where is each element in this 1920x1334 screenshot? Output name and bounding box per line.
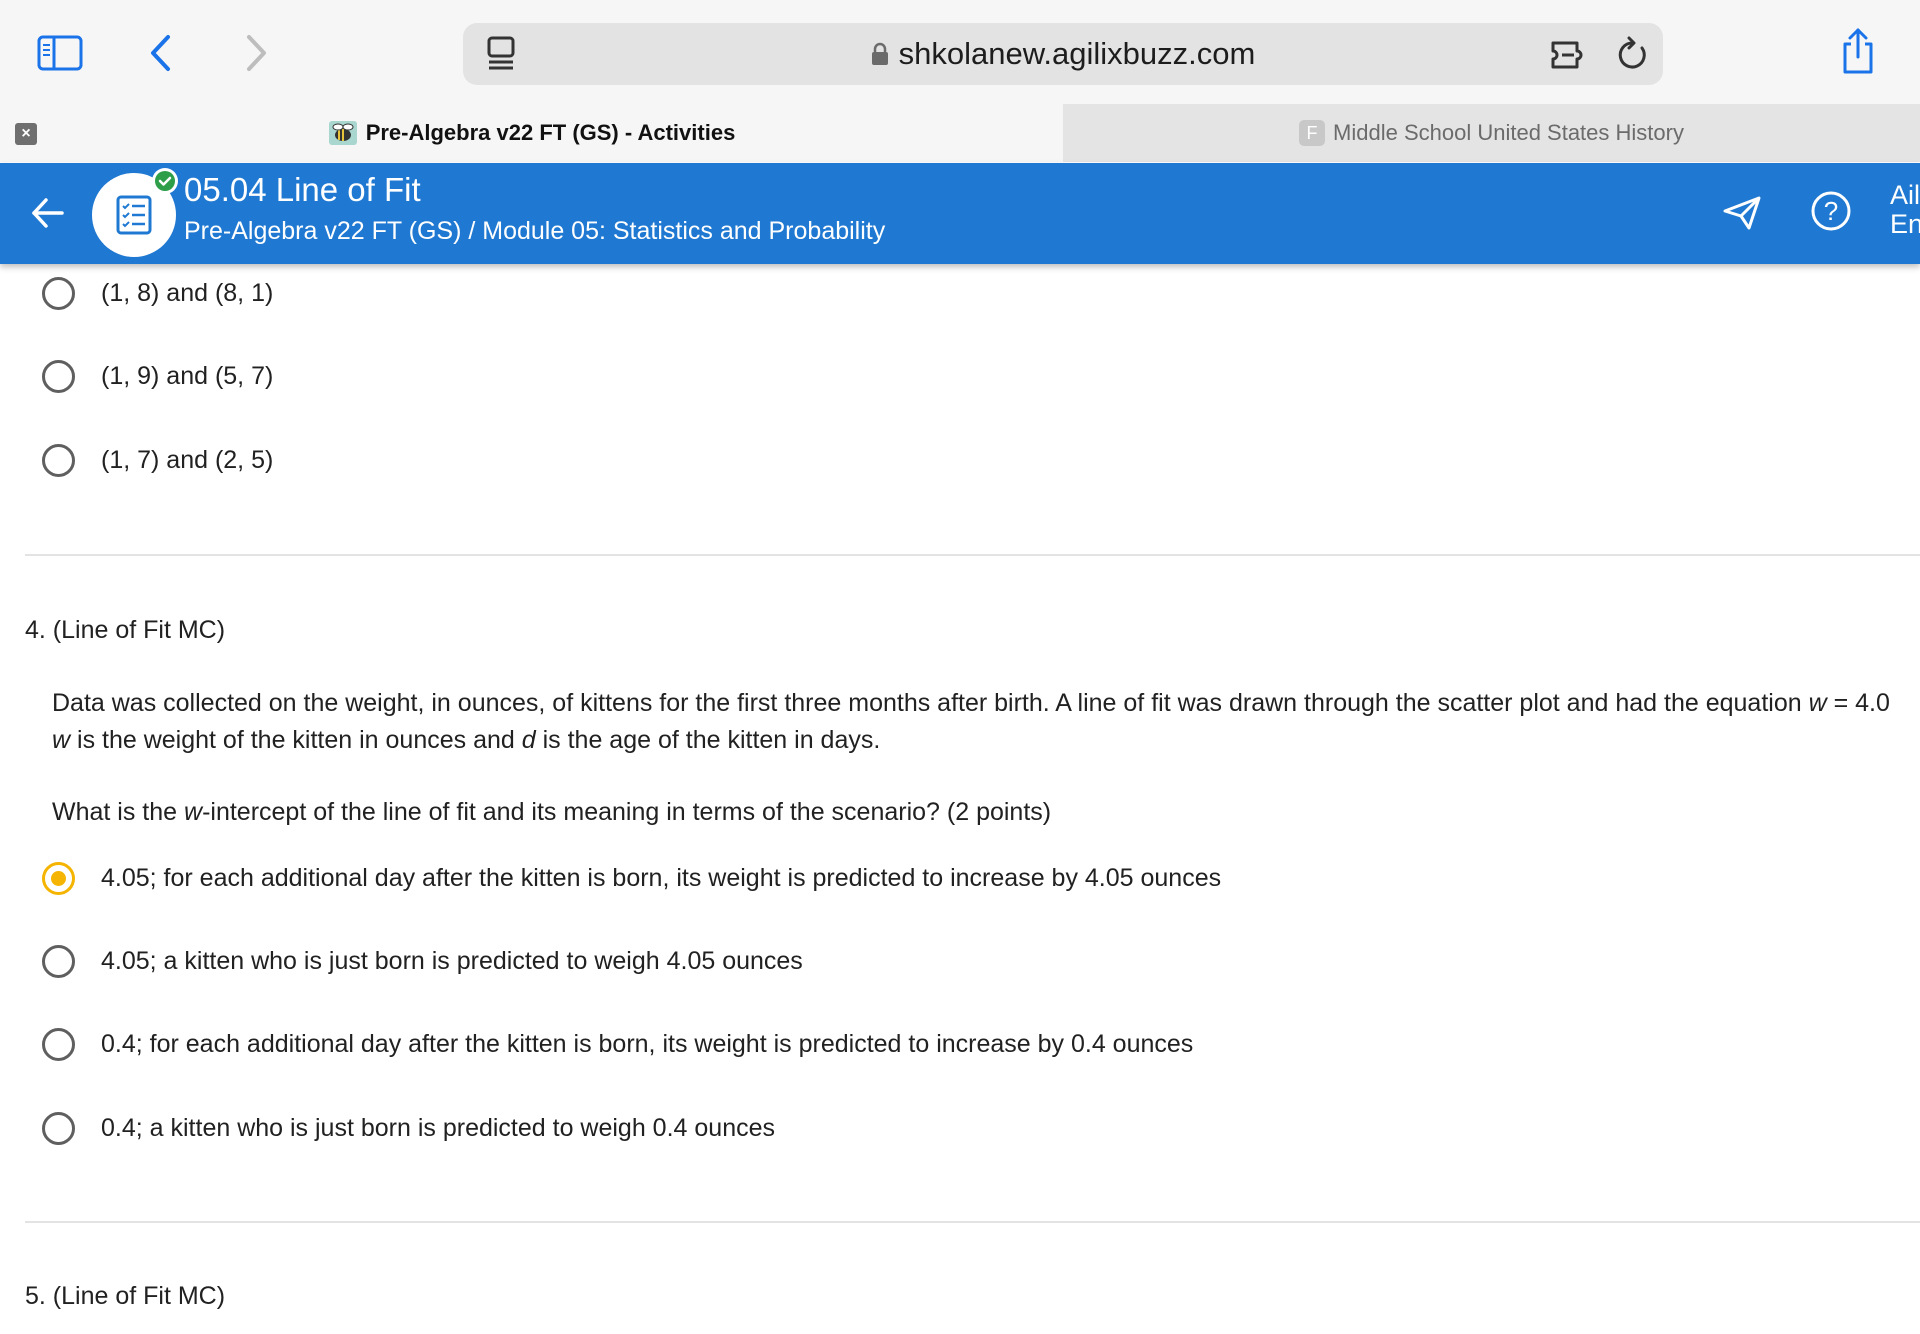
radio-button[interactable] xyxy=(42,443,75,477)
tab-label: Middle School United States History xyxy=(1333,120,1684,145)
option-label: (1, 8) and (8, 1) xyxy=(101,278,274,307)
tab-us-history[interactable]: F Middle School United States History xyxy=(1063,104,1920,162)
answer-option[interactable]: (1, 9) and (5, 7) xyxy=(42,356,273,396)
answer-option[interactable]: (1, 7) and (2, 5) xyxy=(42,440,273,480)
f-favicon-icon: F xyxy=(1299,120,1326,146)
sidebar-icon[interactable] xyxy=(37,35,83,71)
question-stem: Data was collected on the weight, in oun… xyxy=(52,689,1890,754)
back-chevron-icon[interactable] xyxy=(148,33,174,73)
course-header: 05.04 Line of Fit Pre-Algebra v22 FT (GS… xyxy=(0,163,1920,264)
option-label: 4.05; for each additional day after the … xyxy=(101,863,1222,892)
reload-icon[interactable] xyxy=(1615,36,1649,72)
question-prompt: What is the w-intercept of the line of f… xyxy=(52,798,1052,826)
completed-check-icon xyxy=(152,168,178,194)
assessment-content: (1, 8) and (8, 1) (1, 9) and (5, 7) (1, … xyxy=(0,264,1920,1334)
question-number: 4. (Line of Fit MC) xyxy=(25,616,226,644)
radio-button[interactable] xyxy=(42,1111,75,1145)
option-label: (1, 7) and (2, 5) xyxy=(101,445,274,474)
answer-option[interactable]: (1, 8) and (8, 1) xyxy=(42,273,273,313)
radio-button[interactable] xyxy=(42,359,75,393)
send-icon[interactable] xyxy=(1722,195,1762,231)
option-label: 4.05; a kitten who is just born is predi… xyxy=(101,946,803,975)
radio-button[interactable] xyxy=(42,1027,75,1061)
share-icon[interactable] xyxy=(1840,27,1876,75)
user-name[interactable]: Ail En xyxy=(1890,181,1920,239)
option-label: (1, 9) and (5, 7) xyxy=(101,361,274,390)
answer-option[interactable]: 0.4; a kitten who is just born is predic… xyxy=(42,1108,775,1148)
question-divider xyxy=(25,1221,1920,1223)
breadcrumb[interactable]: Pre-Algebra v22 FT (GS) / Module 05: Sta… xyxy=(184,217,885,246)
tab-label: Pre-Algebra v22 FT (GS) - Activities xyxy=(365,120,736,145)
answer-option[interactable]: 4.05; for each additional day after the … xyxy=(42,858,1221,898)
extension-icon[interactable] xyxy=(1550,37,1590,71)
tab-pre-algebra[interactable]: × Pre-Algebra v22 FT (GS) - Activities xyxy=(0,104,1063,162)
radio-button[interactable] xyxy=(42,944,75,978)
back-arrow-icon[interactable] xyxy=(30,195,66,231)
forward-chevron-icon[interactable] xyxy=(243,33,269,73)
question-number: 5. (Line of Fit MC) xyxy=(25,1282,226,1310)
bee-favicon-icon xyxy=(328,120,358,146)
answer-option[interactable]: 0.4; for each additional day after the k… xyxy=(42,1024,1193,1064)
tab-close-icon[interactable]: × xyxy=(15,123,37,145)
url-display: shkolanew.agilixbuzz.com xyxy=(463,23,1663,85)
tab-strip: × Pre-Algebra v22 FT (GS) - Activities F… xyxy=(0,104,1920,162)
radio-button-selected[interactable] xyxy=(42,861,75,895)
lesson-title: 05.04 Line of Fit xyxy=(184,171,421,208)
svg-text:?: ? xyxy=(1824,196,1838,226)
url-text: shkolanew.agilixbuzz.com xyxy=(898,36,1256,71)
checklist-icon xyxy=(116,195,152,235)
radio-button[interactable] xyxy=(42,276,75,310)
option-label: 0.4; a kitten who is just born is predic… xyxy=(101,1113,775,1142)
question-divider xyxy=(25,554,1920,556)
option-label: 0.4; for each additional day after the k… xyxy=(101,1029,1194,1058)
help-icon[interactable]: ? xyxy=(1810,190,1852,232)
answer-option[interactable]: 4.05; a kitten who is just born is predi… xyxy=(42,941,803,981)
lock-icon xyxy=(871,42,888,65)
address-bar[interactable]: shkolanew.agilixbuzz.com xyxy=(463,23,1663,85)
browser-toolbar: shkolanew.agilixbuzz.com xyxy=(0,0,1920,104)
